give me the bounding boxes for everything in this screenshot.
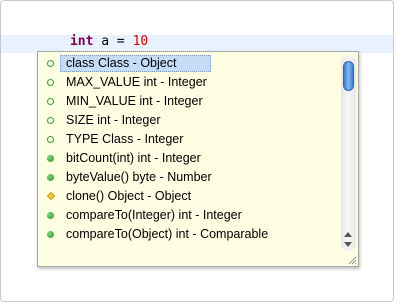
completion-item-label: SIZE int - Integer: [66, 113, 161, 127]
scrollbar-thumb[interactable]: [343, 61, 354, 91]
green-circle-icon: [47, 174, 54, 181]
completion-item[interactable]: compareTo(Object) int - Comparable: [38, 225, 338, 244]
content-assist-popup[interactable]: class Class - Object MAX_VALUE int - Int…: [37, 51, 359, 267]
code-line-2[interactable]: a.: [23, 36, 86, 67]
hollow-circle-icon: [47, 117, 54, 124]
completion-item[interactable]: SIZE int - Integer: [38, 111, 338, 130]
editor-window: int a = 10 a. ef do de ef ge re class Cl…: [0, 0, 394, 302]
completion-item-label: compareTo(Integer) int - Integer: [66, 208, 242, 222]
completion-item[interactable]: MIN_VALUE int - Integer: [38, 92, 338, 111]
completion-item[interactable]: compareTo(Integer) int - Integer: [38, 206, 338, 225]
green-circle-icon: [47, 231, 54, 238]
hollow-circle-icon: [47, 60, 54, 67]
completion-item[interactable]: class Class - Object: [38, 54, 338, 73]
completion-item-label: MAX_VALUE int - Integer: [66, 75, 207, 89]
completion-item[interactable]: bitCount(int) int - Integer: [38, 149, 338, 168]
completion-item[interactable]: clone() Object - Object: [38, 187, 338, 206]
green-circle-icon: [47, 212, 54, 219]
completion-list[interactable]: class Class - Object MAX_VALUE int - Int…: [38, 54, 338, 244]
completion-item-label: clone() Object - Object: [66, 189, 192, 203]
completion-item-label: compareTo(Object) int - Comparable: [66, 227, 269, 241]
hollow-circle-icon: [47, 136, 54, 143]
yellow-diamond-icon: [46, 191, 56, 201]
code-line-1[interactable]: int a = 10: [23, 18, 148, 49]
code-text: a =: [93, 34, 133, 49]
number-literal: 10: [132, 34, 149, 49]
vertical-scrollbar[interactable]: [341, 55, 356, 251]
green-circle-icon: [47, 155, 54, 162]
completion-item[interactable]: MAX_VALUE int - Integer: [38, 73, 338, 92]
completion-item-label: class Class - Object: [66, 56, 177, 70]
scroll-up-arrow-icon[interactable]: [344, 232, 352, 237]
completion-item-label: TYPE Class - Integer: [66, 132, 184, 146]
completion-item-label: bitCount(int) int - Integer: [66, 151, 201, 165]
scroll-down-arrow-icon[interactable]: [344, 242, 352, 247]
hollow-circle-icon: [47, 98, 54, 105]
completion-item[interactable]: byteValue() byte - Number: [38, 168, 338, 187]
hollow-circle-icon: [47, 79, 54, 86]
completion-item-label: MIN_VALUE int - Integer: [66, 94, 203, 108]
completion-item-label: byteValue() byte - Number: [66, 170, 212, 184]
resize-grip-icon[interactable]: [347, 255, 357, 265]
completion-item[interactable]: TYPE Class - Integer: [38, 130, 338, 149]
